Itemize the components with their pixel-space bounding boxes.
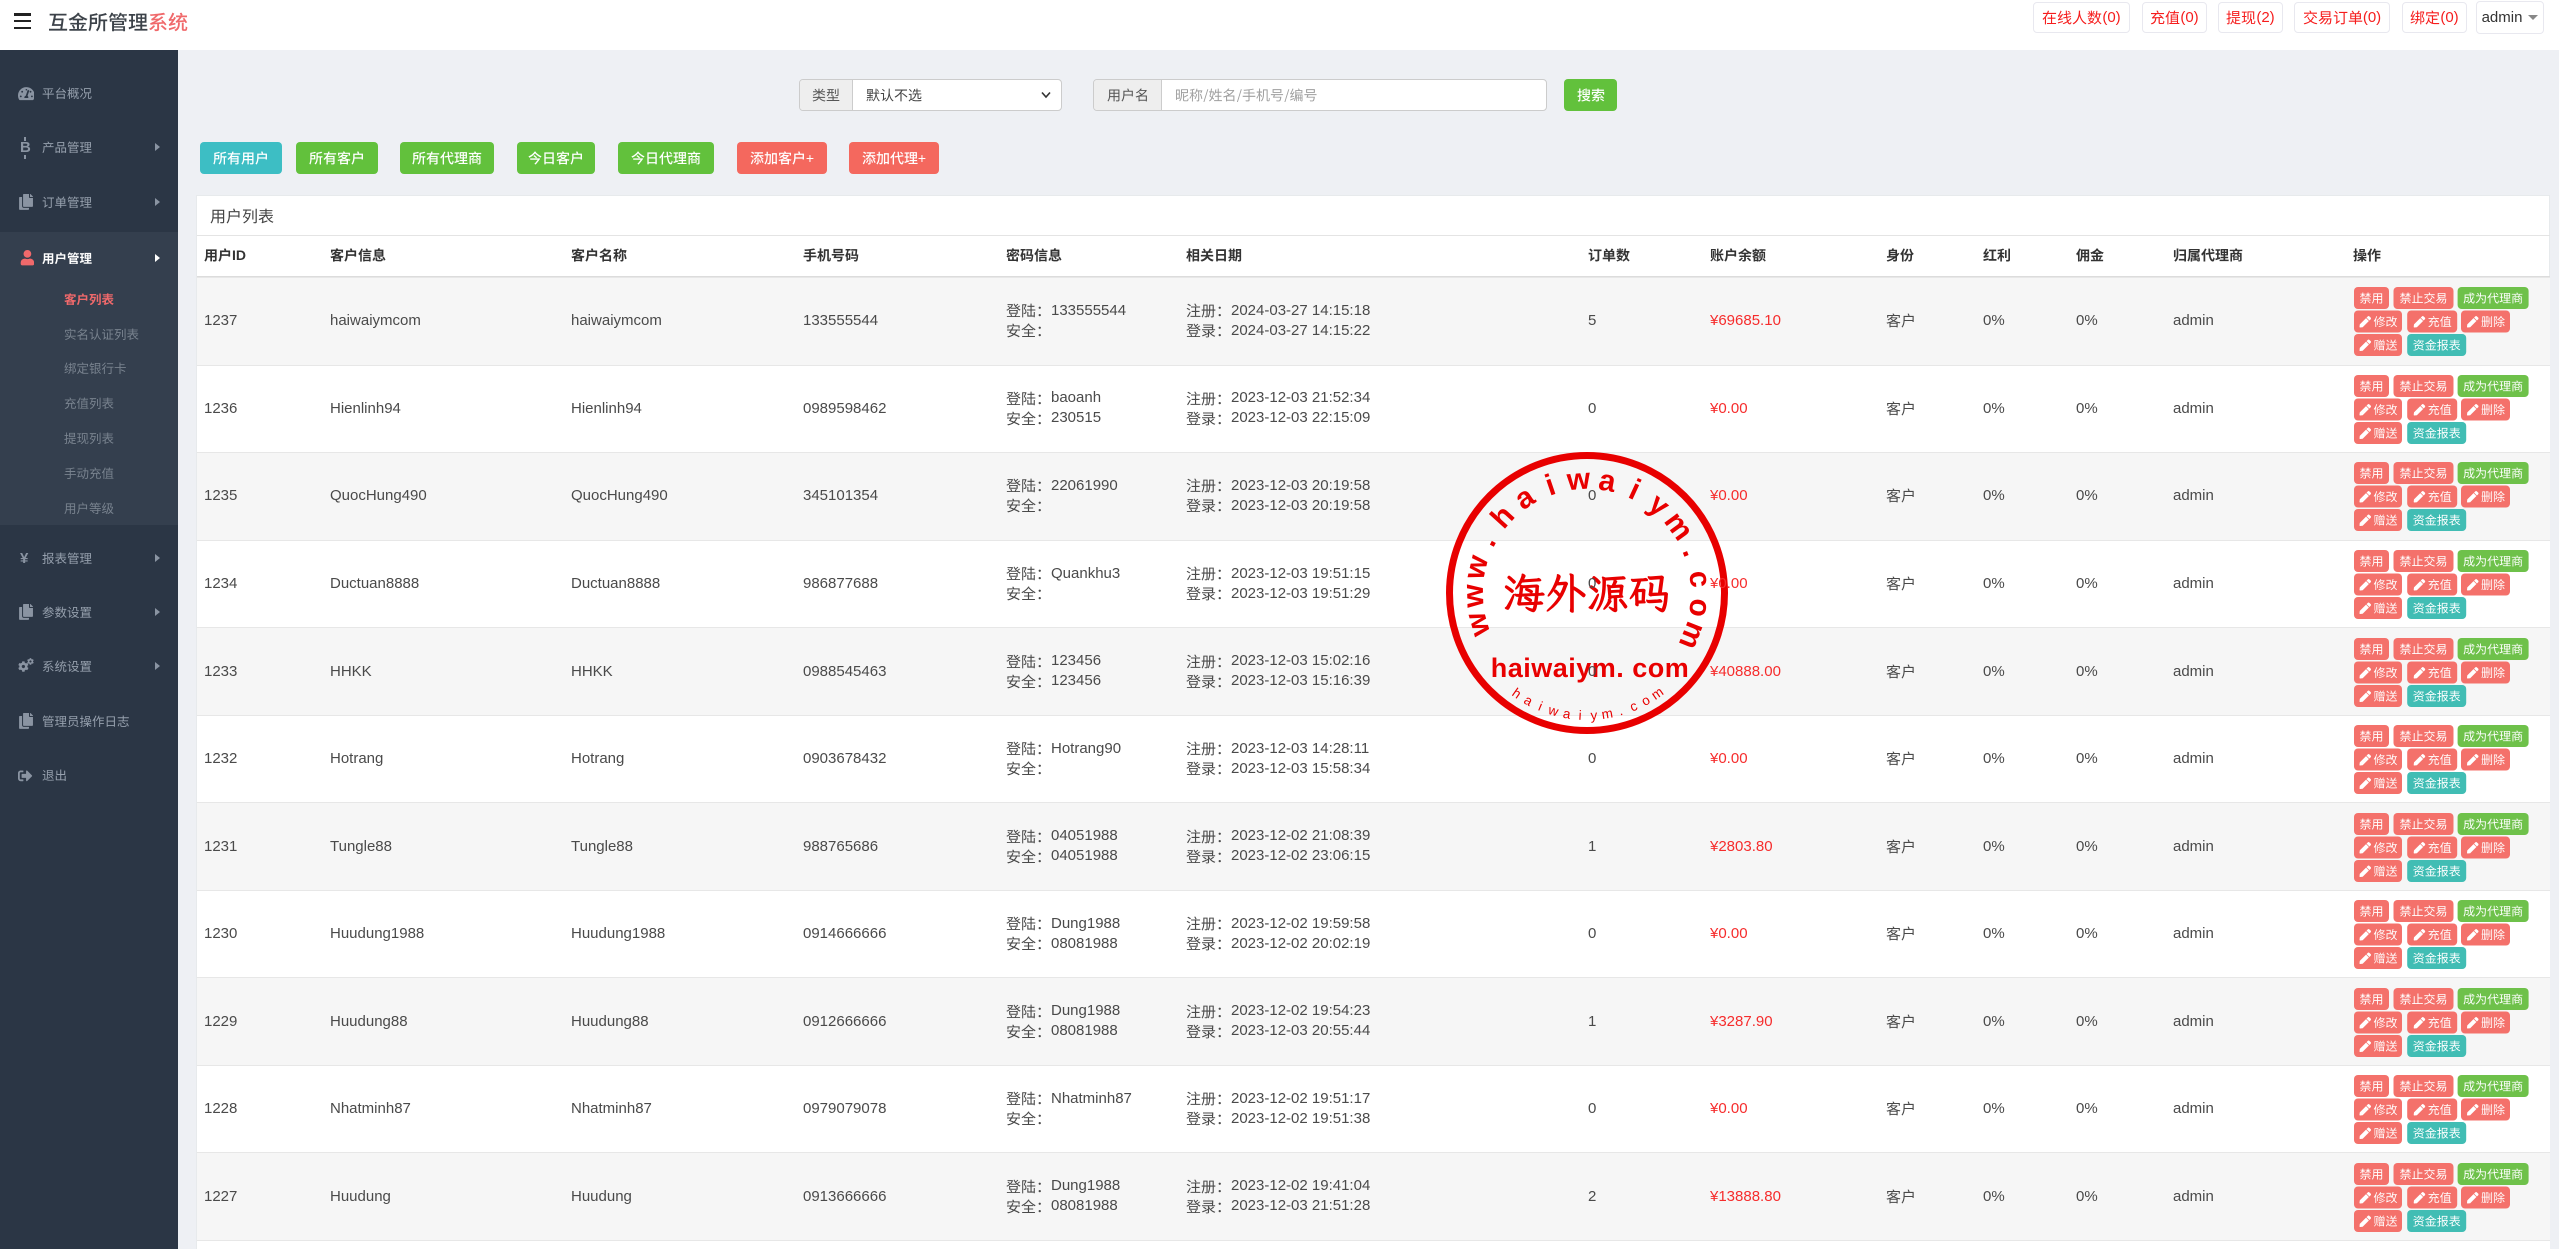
svg-text:h: h <box>1484 499 1521 535</box>
svg-text:.: . <box>1676 541 1710 561</box>
svg-text:m: m <box>1672 617 1713 654</box>
svg-text:i: i <box>1624 473 1645 506</box>
svg-text:a: a <box>1521 692 1535 709</box>
svg-text:w: w <box>1459 608 1498 641</box>
svg-text:y: y <box>1590 708 1598 723</box>
svg-text:i: i <box>1536 699 1544 714</box>
svg-text:w: w <box>1546 702 1561 719</box>
svg-text:.: . <box>1617 703 1625 718</box>
svg-text:h: h <box>1509 685 1524 702</box>
svg-text:c: c <box>1628 698 1640 715</box>
svg-text:m: m <box>1648 684 1666 703</box>
svg-text:a: a <box>1596 464 1619 500</box>
svg-text:i: i <box>1578 708 1582 723</box>
svg-text:a: a <box>1562 706 1572 722</box>
svg-text:a: a <box>1509 480 1541 517</box>
svg-text:o: o <box>1682 597 1717 619</box>
svg-text:w: w <box>1458 552 1496 584</box>
svg-text:w: w <box>1457 583 1491 609</box>
svg-text:m: m <box>1600 705 1614 722</box>
svg-text:i: i <box>1541 469 1560 503</box>
svg-text:.: . <box>1470 529 1503 552</box>
